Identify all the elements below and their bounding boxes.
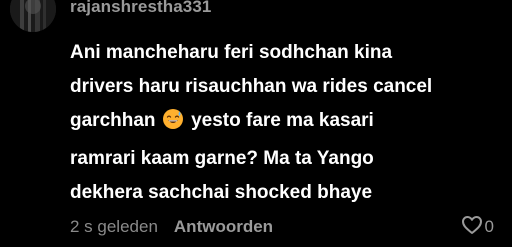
comment-line-segment: garchhan bbox=[70, 110, 156, 131]
sweat-smile-emoji bbox=[162, 108, 184, 142]
username[interactable]: rajanshrestha331 bbox=[70, 0, 211, 17]
like-count: 0 bbox=[484, 217, 494, 236]
avatar[interactable] bbox=[10, 0, 56, 32]
comment-text: Ani mancheharu feri sodhchan kina driver… bbox=[70, 36, 490, 210]
comment-line: ramrari kaam garne? Ma ta Yango bbox=[70, 148, 374, 169]
timestamp: 2 s geleden bbox=[70, 217, 158, 236]
comment-line: Ani mancheharu feri sodhchan kina bbox=[70, 42, 393, 63]
comment-line: drivers haru risauchhan wa rides cancel bbox=[70, 76, 433, 97]
heart-outline-icon bbox=[461, 215, 483, 240]
like-button[interactable]: 0 bbox=[461, 215, 494, 239]
comment-line: garchhan yesto fare ma kasari bbox=[70, 104, 490, 142]
comment-line: dekhera sachchai shocked bhaye bbox=[70, 182, 373, 203]
comment-line-segment: yesto fare ma kasari bbox=[191, 110, 374, 131]
reply-button[interactable]: Antwoorden bbox=[174, 217, 273, 237]
avatar-image bbox=[10, 0, 56, 32]
comment-item: rajanshrestha331 Ani mancheharu feri sod… bbox=[0, 0, 512, 247]
comment-footer: 2 s geleden Antwoorden bbox=[70, 215, 273, 239]
